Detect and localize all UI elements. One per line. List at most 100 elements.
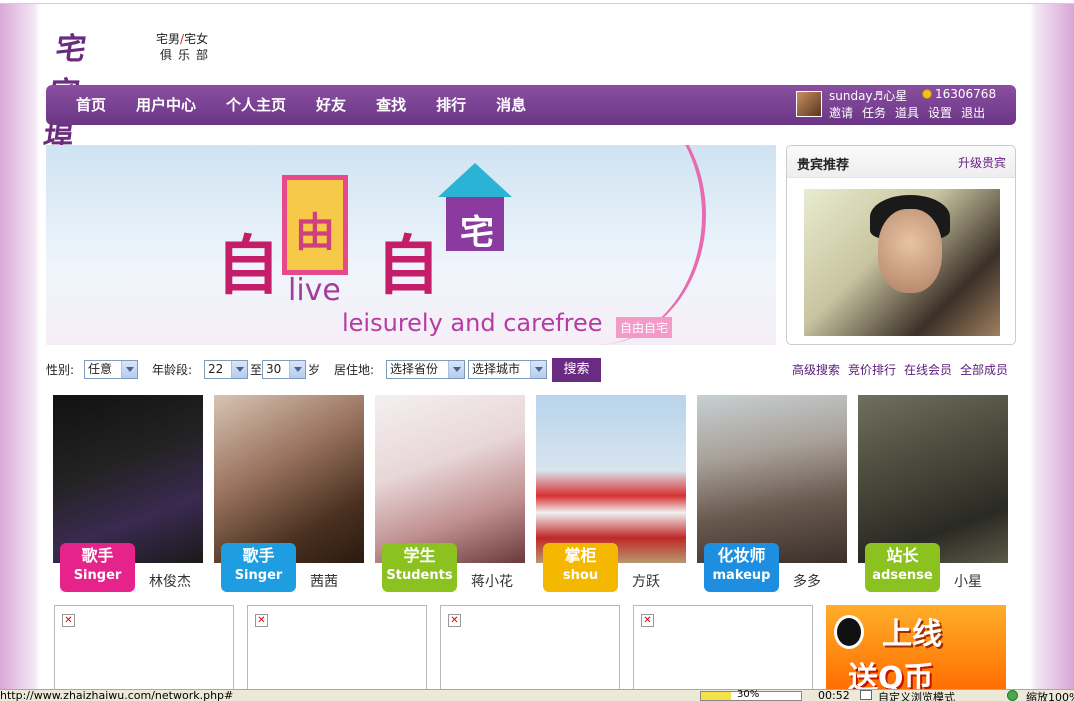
ad-slot-broken-image[interactable]: ✕ <box>633 605 813 695</box>
member-name[interactable]: 方跃 <box>632 571 660 591</box>
member-card[interactable]: 歌手 Singer 茜茜 <box>214 395 364 595</box>
banner-char-3: 自 <box>376 230 440 304</box>
nav-homepage[interactable]: 个人主页 <box>226 85 286 125</box>
chevron-down-icon <box>289 361 305 378</box>
house-icon: 宅 <box>438 163 512 253</box>
user-name[interactable]: sunday♬心星 <box>829 87 907 104</box>
vip-upgrade-link[interactable]: 升级贵宾 <box>958 154 1006 171</box>
age-to-select[interactable]: 30 <box>262 360 306 379</box>
nav-search[interactable]: 查找 <box>376 85 406 125</box>
qq-ad-line1: 上线 <box>882 617 942 652</box>
nav-home[interactable]: 首页 <box>76 85 106 125</box>
qq-coin-ad[interactable]: 上线 送Q币 <box>826 605 1006 695</box>
member-name[interactable]: 小星 <box>954 571 982 591</box>
age-label: 年龄段: <box>152 363 193 377</box>
badge-title: 歌手 <box>242 546 275 565</box>
link-online-members[interactable]: 在线会员 <box>904 361 952 378</box>
member-photo[interactable] <box>375 395 525 563</box>
link-tasks[interactable]: 任务 <box>862 104 886 121</box>
ad-slot-broken-image[interactable]: ✕ <box>247 605 427 695</box>
browse-mode[interactable]: 自定义浏览模式 <box>878 689 955 701</box>
vip-photo[interactable] <box>804 189 1000 336</box>
banner-tagline: leisurely and carefree <box>342 309 603 337</box>
badge-title: 掌柜 <box>564 546 597 565</box>
member-name[interactable]: 蒋小花 <box>471 571 513 591</box>
age-to-value: 30 <box>266 362 282 376</box>
search-quick-links: 高级搜索 竞价排行 在线会员 全部成员 <box>784 361 1008 378</box>
vip-photo-face <box>878 209 942 293</box>
load-progress-label: 30% <box>737 689 760 700</box>
member-photo[interactable] <box>53 395 203 563</box>
logo-club: 俱乐部 <box>160 48 215 62</box>
member-card[interactable]: 掌柜 shou 方跃 <box>536 395 686 595</box>
logo-male: 宅男 <box>156 32 181 46</box>
member-badge: 站长 adsense <box>865 543 940 592</box>
province-select[interactable]: 选择省份 <box>386 360 465 379</box>
member-photo[interactable] <box>536 395 686 563</box>
age-from-select[interactable]: 22 <box>204 360 248 379</box>
member-badge: 学生 Students <box>382 543 457 592</box>
member-card[interactable]: 化妆师 makeup 多多 <box>697 395 847 595</box>
chevron-down-icon <box>448 361 464 378</box>
member-card[interactable]: 学生 Students 蒋小花 <box>375 395 525 595</box>
link-props[interactable]: 道具 <box>895 104 919 121</box>
browser-top-strip <box>0 0 1074 4</box>
age-unit: 岁 <box>308 363 321 377</box>
status-time: 00:52 <box>818 689 850 701</box>
member-name[interactable]: 茜茜 <box>310 571 338 591</box>
link-settings[interactable]: 设置 <box>928 104 952 121</box>
link-advanced-search[interactable]: 高级搜索 <box>792 361 840 378</box>
city-select[interactable]: 选择城市 <box>468 360 547 379</box>
zoom-level[interactable]: 缩放100% <box>1026 689 1074 701</box>
badge-title: 歌手 <box>81 546 114 565</box>
badge-subtitle: adsense <box>872 568 933 583</box>
user-links: 邀请 任务 道具 设置 退出 <box>829 104 994 121</box>
member-card[interactable]: 站长 adsense 小星 <box>858 395 1008 595</box>
status-url: http://www.zhaizhaiwu.com/network.php# <box>0 689 234 701</box>
qq-penguin-icon <box>834 615 864 649</box>
house-body: 宅 <box>446 197 504 253</box>
gender-label: 性别: <box>46 363 75 377</box>
member-badge: 掌柜 shou <box>543 543 618 592</box>
hero-banner[interactable]: 自 由 自 宅 live leisurely and carefree 自由自宅 <box>46 145 776 345</box>
member-name[interactable]: 林俊杰 <box>149 571 191 591</box>
member-name[interactable]: 多多 <box>793 571 821 591</box>
ad-slot-broken-image[interactable]: ✕ <box>440 605 620 695</box>
member-photo[interactable] <box>858 395 1008 563</box>
badge-subtitle: Students <box>386 568 453 583</box>
link-logout[interactable]: 退出 <box>961 104 985 121</box>
nav-friends[interactable]: 好友 <box>316 85 346 125</box>
member-card[interactable]: 歌手 Singer 林俊杰 <box>53 395 203 595</box>
search-button[interactable]: 搜索 <box>552 358 601 382</box>
badge-title: 化妆师 <box>717 546 766 565</box>
nav-user-center[interactable]: 用户中心 <box>136 85 196 125</box>
banner-live: live <box>288 273 341 308</box>
ad-slot-broken-image[interactable]: ✕ <box>54 605 234 695</box>
broken-image-icon: ✕ <box>62 614 75 627</box>
logo-female: 宅女 <box>184 32 209 46</box>
badge-subtitle: Singer <box>73 568 122 583</box>
province-value: 选择省份 <box>390 362 439 376</box>
broken-image-icon: ✕ <box>448 614 461 627</box>
vip-title: 贵宾推荐 <box>797 158 850 173</box>
member-gallery: 歌手 Singer 林俊杰 歌手 Singer 茜茜 学生 Students 蒋小花 … <box>53 395 1013 595</box>
browse-mode-icon[interactable] <box>860 690 872 700</box>
banner-char-4: 宅 <box>460 213 494 253</box>
gender-select[interactable]: 任意 <box>84 360 138 379</box>
nav-ranking[interactable]: 排行 <box>436 85 466 125</box>
vip-recommend-panel: 贵宾推荐 升级贵宾 <box>786 145 1016 345</box>
logo-subtitle: 宅男/宅女 <box>156 30 208 47</box>
member-photo[interactable] <box>697 395 847 563</box>
zoom-icon[interactable] <box>1007 690 1018 701</box>
nav-messages[interactable]: 消息 <box>496 85 526 125</box>
broken-image-icon: ✕ <box>255 614 268 627</box>
house-roof <box>438 163 512 197</box>
link-invite[interactable]: 邀请 <box>829 104 853 121</box>
user-avatar[interactable] <box>796 91 822 117</box>
link-all-members[interactable]: 全部成员 <box>960 361 1008 378</box>
member-photo[interactable] <box>214 395 364 563</box>
link-bid-ranking[interactable]: 竞价排行 <box>848 361 896 378</box>
badge-title: 学生 <box>403 546 436 565</box>
member-badge: 歌手 Singer <box>221 543 296 592</box>
chevron-down-icon <box>121 361 137 378</box>
